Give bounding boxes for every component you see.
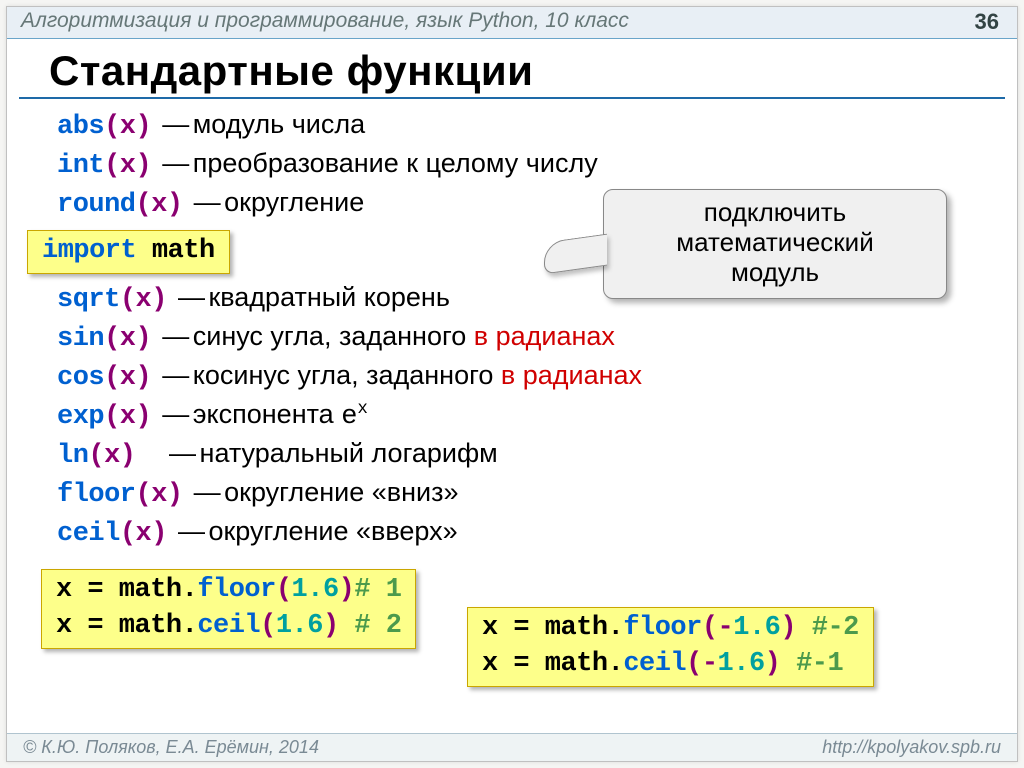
fn-exp: exp(x) —экспонента ex — [57, 397, 1017, 436]
fn-floor: floor(x) —округление «вниз» — [57, 475, 1017, 514]
copyright: © К.Ю. Поляков, Е.А. Ерёмин, 2014 — [23, 737, 319, 758]
slide-title: Стандартные функции — [19, 39, 1005, 99]
fn-ln: ln(x) —натуральный логарифм — [57, 436, 1017, 475]
fn-ceil: ceil(x) —округление «вверх» — [57, 514, 1017, 553]
slide-footer: © К.Ю. Поляков, Е.А. Ерёмин, 2014 http:/… — [7, 733, 1017, 761]
slide: Алгоритмизация и программирование, язык … — [6, 6, 1018, 762]
page-number: 36 — [975, 9, 999, 35]
fn-abs: abs(x) —модуль числа — [57, 107, 1017, 146]
fn-cos: cos(x) —косинус угла, заданного в радиан… — [57, 358, 1017, 397]
site-url: http://kpolyakov.spb.ru — [822, 737, 1001, 758]
callout-line-3: модуль — [610, 258, 940, 288]
callout-line-2: математический — [610, 228, 940, 258]
callout-line-1: подключить — [610, 198, 940, 228]
fn-int: int(x) —преобразование к целому числу — [57, 146, 1017, 185]
import-box: import math — [27, 230, 230, 274]
course-label: Алгоритмизация и программирование, язык … — [21, 9, 629, 33]
example-box-2: x = math.floor(-1.6) #-2 x = math.ceil(-… — [467, 607, 874, 688]
example-box-1: x = math.floor(1.6)# 1 x = math.ceil(1.6… — [41, 569, 416, 650]
examples: x = math.floor(1.6)# 1 x = math.ceil(1.6… — [57, 563, 1017, 693]
slide-header: Алгоритмизация и программирование, язык … — [7, 7, 1017, 39]
fn-sin: sin(x) —синус угла, заданного в радианах — [57, 319, 1017, 358]
callout-bubble: подключить математический модуль — [603, 189, 947, 299]
